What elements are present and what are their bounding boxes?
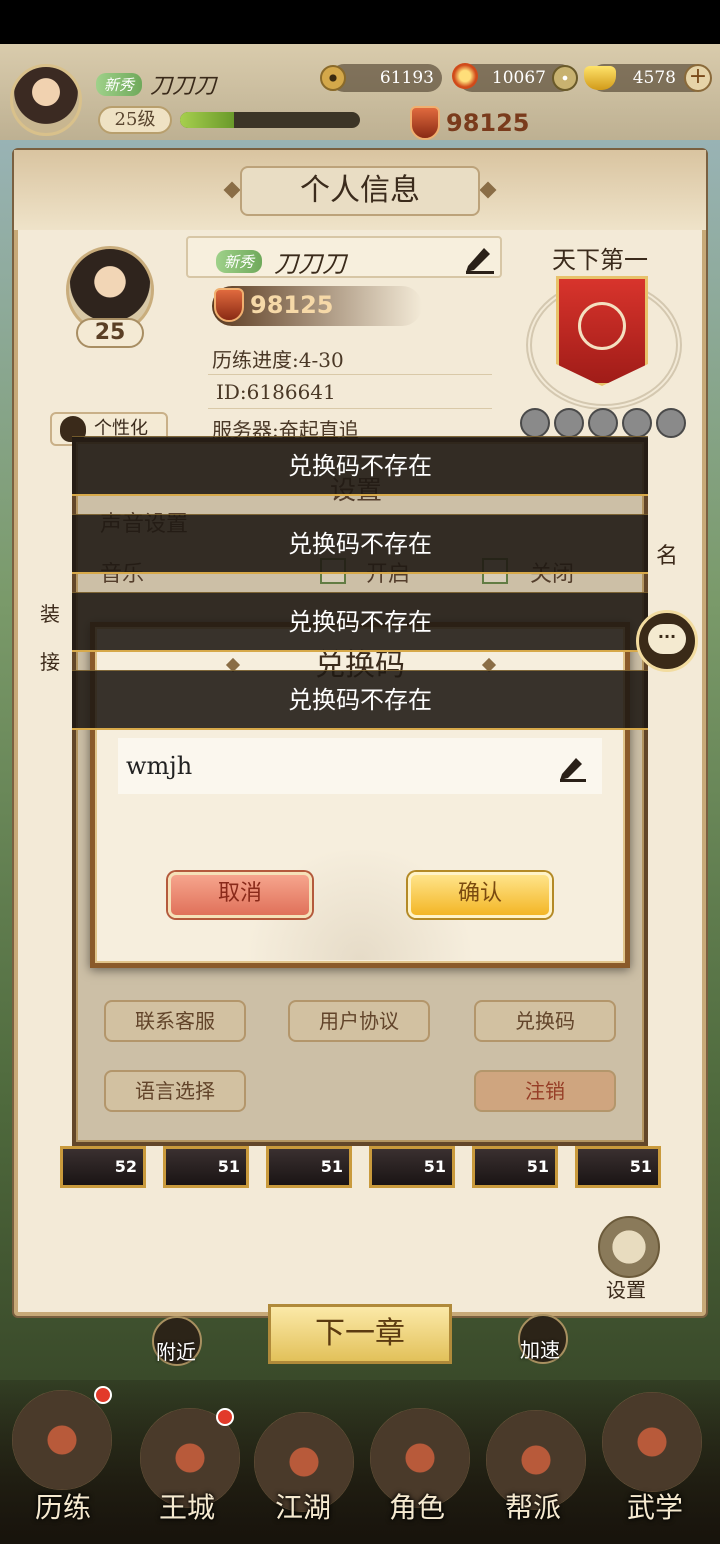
rookie-tag: 新秀 [96, 72, 143, 96]
character-card[interactable]: 51 [472, 1146, 558, 1188]
cloud-emblem-icon [578, 302, 626, 350]
toast-message: 兑换码不存在 [72, 592, 648, 652]
badge-icon-2[interactable] [554, 408, 584, 438]
equip-label-partial: 装 [40, 602, 60, 626]
settings-label: 设置 [606, 1278, 646, 1302]
notification-dot [94, 1386, 112, 1404]
profile-rookie-tag: 新秀 [216, 250, 263, 273]
player-level: 25级 [98, 106, 172, 134]
character-card[interactable]: 51 [163, 1146, 249, 1188]
training-progress: 历练进度:4-30 [212, 348, 344, 372]
nav-label-martial-arts: 武学 [626, 1491, 683, 1524]
nav-label-royal-city: 王城 [158, 1491, 215, 1524]
character-card[interactable]: 51 [266, 1146, 352, 1188]
divider [208, 374, 492, 375]
add-gold-button[interactable]: + [684, 64, 712, 92]
top-power-value: 98125 [446, 109, 530, 137]
character-card[interactable]: 52 [60, 1146, 146, 1188]
character-card[interactable]: 51 [369, 1146, 455, 1188]
nav-martial-arts-icon[interactable] [602, 1392, 702, 1492]
nav-label-character: 角色 [388, 1491, 445, 1524]
next-chapter-button[interactable]: 下一章 [268, 1304, 452, 1364]
nav-training-icon[interactable] [12, 1390, 112, 1490]
receive-label-partial: 接 [40, 650, 60, 674]
player-avatar[interactable] [10, 64, 82, 136]
profile-power: 98125 [214, 288, 334, 322]
player-id: ID:6186641 [216, 380, 336, 404]
profile-power-icon [214, 288, 244, 322]
top-power: 98125 [410, 106, 530, 140]
settings-gear-icon[interactable] [598, 1216, 660, 1278]
character-card[interactable]: 51 [575, 1146, 661, 1188]
nav-label-jianghu: 江湖 [274, 1491, 331, 1524]
profile-name-row: 新秀 刀刀刀 [216, 244, 346, 279]
divider [208, 408, 492, 409]
profile-level: 25 [76, 318, 144, 348]
silver-icon [552, 65, 578, 91]
speedup-label: 加速 [520, 1338, 560, 1362]
badge-icon-4[interactable] [622, 408, 652, 438]
profile-power-value: 98125 [250, 291, 334, 319]
profile-name: 刀刀刀 [274, 250, 347, 278]
power-icon [410, 106, 440, 140]
confirm-button[interactable]: 确认 [408, 872, 552, 918]
copper-counter: 61193 [330, 64, 442, 92]
rank-label-partial: 名 [656, 544, 679, 569]
edit-name-icon[interactable] [462, 242, 496, 274]
xp-bar [180, 112, 360, 128]
toast-message: 兑换码不存在 [72, 670, 648, 730]
nearby-label: 附近 [156, 1340, 196, 1364]
redeem-code-input[interactable]: wmjh [118, 738, 602, 794]
copper-coin-icon [320, 65, 346, 91]
character-row: 52 51 51 51 51 51 [60, 1146, 661, 1188]
badge-icon-1[interactable] [520, 408, 550, 438]
badge-icon-3[interactable] [588, 408, 618, 438]
cancel-button[interactable]: 取消 [168, 872, 312, 918]
player-name: 刀刀刀 [150, 74, 217, 99]
flame-gem-icon [452, 63, 478, 89]
nav-label-guild: 帮派 [504, 1491, 561, 1524]
notification-dot [216, 1408, 234, 1426]
badge-icon-5[interactable] [656, 408, 686, 438]
edit-code-icon[interactable] [556, 752, 588, 782]
gold-ingot-icon [584, 66, 616, 90]
profile-title: 个人信息 [240, 166, 480, 216]
rank-title: 天下第一 [552, 246, 648, 274]
toast-message: 兑换码不存在 [72, 514, 648, 574]
chat-icon: ··· [648, 624, 686, 654]
player-name-row: 新秀 刀刀刀 [96, 68, 216, 100]
nav-label-training: 历练 [34, 1491, 91, 1524]
toast-message: 兑换码不存在 [72, 436, 648, 496]
xp-bar-fill [180, 112, 234, 128]
